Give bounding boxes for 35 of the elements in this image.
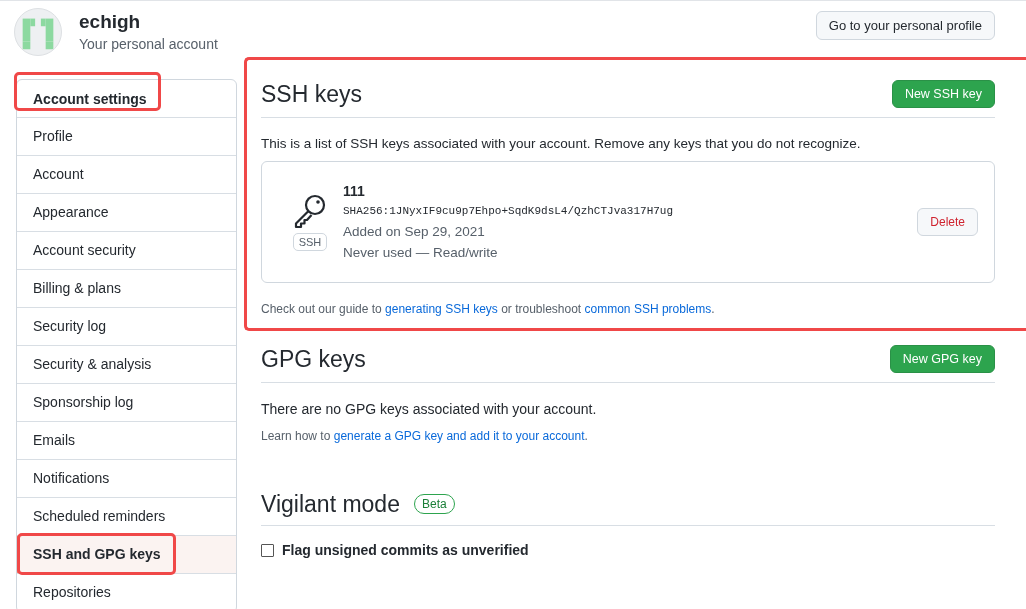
key-name: 111 — [343, 182, 366, 201]
description: This is a list of SSH keys associated with your account. Remove any keys that you do not recognize. — [261, 136, 862, 151]
key-fingerprint: SHA256:1JNyxIF9cu9p7Ehpo+SqdK9dsL4/QzhCTJva317H7ug — [343, 204, 675, 219]
checkbox-label: Flag unsigned commits as unverified — [282, 542, 529, 558]
sidebar-item[interactable]: Sponsorship log — [17, 384, 236, 422]
sidebar-item[interactable]: Profile — [17, 118, 236, 156]
sidebar-item[interactable]: Notifications — [17, 460, 236, 498]
username: echigh — [79, 10, 142, 34]
sidebar-item[interactable]: Account — [17, 156, 236, 194]
key-icon — [292, 193, 328, 229]
sidebar-item[interactable]: SSH and GPG keys — [17, 536, 236, 574]
section-title: Vigilant mode — [261, 490, 400, 519]
section-title: GPG keys — [261, 345, 366, 374]
key-usage: Never used — Read/write — [343, 244, 499, 262]
link[interactable]: generating SSH keys — [385, 302, 498, 316]
sidebar-item[interactable]: Billing & plans — [17, 270, 236, 308]
delete-button[interactable]: Delete — [917, 208, 978, 236]
sidebar-item[interactable]: Appearance — [17, 194, 236, 232]
sidebar-item[interactable]: Repositories — [17, 574, 236, 609]
key-type-label: SSH — [292, 233, 328, 251]
sidebar-item[interactable]: Account security — [17, 232, 236, 270]
link[interactable]: generate a GPG key and add it to your account — [333, 429, 585, 443]
guide-text: Learn how to generate a GPG key and add it to your account. — [261, 429, 589, 443]
profile-button[interactable]: Go to your personal profile — [815, 10, 995, 40]
sidebar-item[interactable]: Security & analysis — [17, 346, 236, 384]
sidebar-item[interactable]: Security log — [17, 308, 236, 346]
sidebar-item[interactable]: Emails — [17, 422, 236, 460]
account-subtitle: Your personal account — [79, 35, 219, 54]
checkbox[interactable] — [261, 543, 274, 557]
empty-message: There are no GPG keys associated with your account. — [261, 401, 598, 417]
section-title: SSH keys — [261, 80, 362, 109]
avatar — [14, 8, 62, 56]
guide-text: Check out our guide to generating SSH keys or troubleshoot common SSH problems. — [261, 302, 716, 316]
key-added-date: Added on Sep 29, 2021 — [343, 223, 486, 241]
sidebar-heading: Account settings — [33, 90, 147, 107]
